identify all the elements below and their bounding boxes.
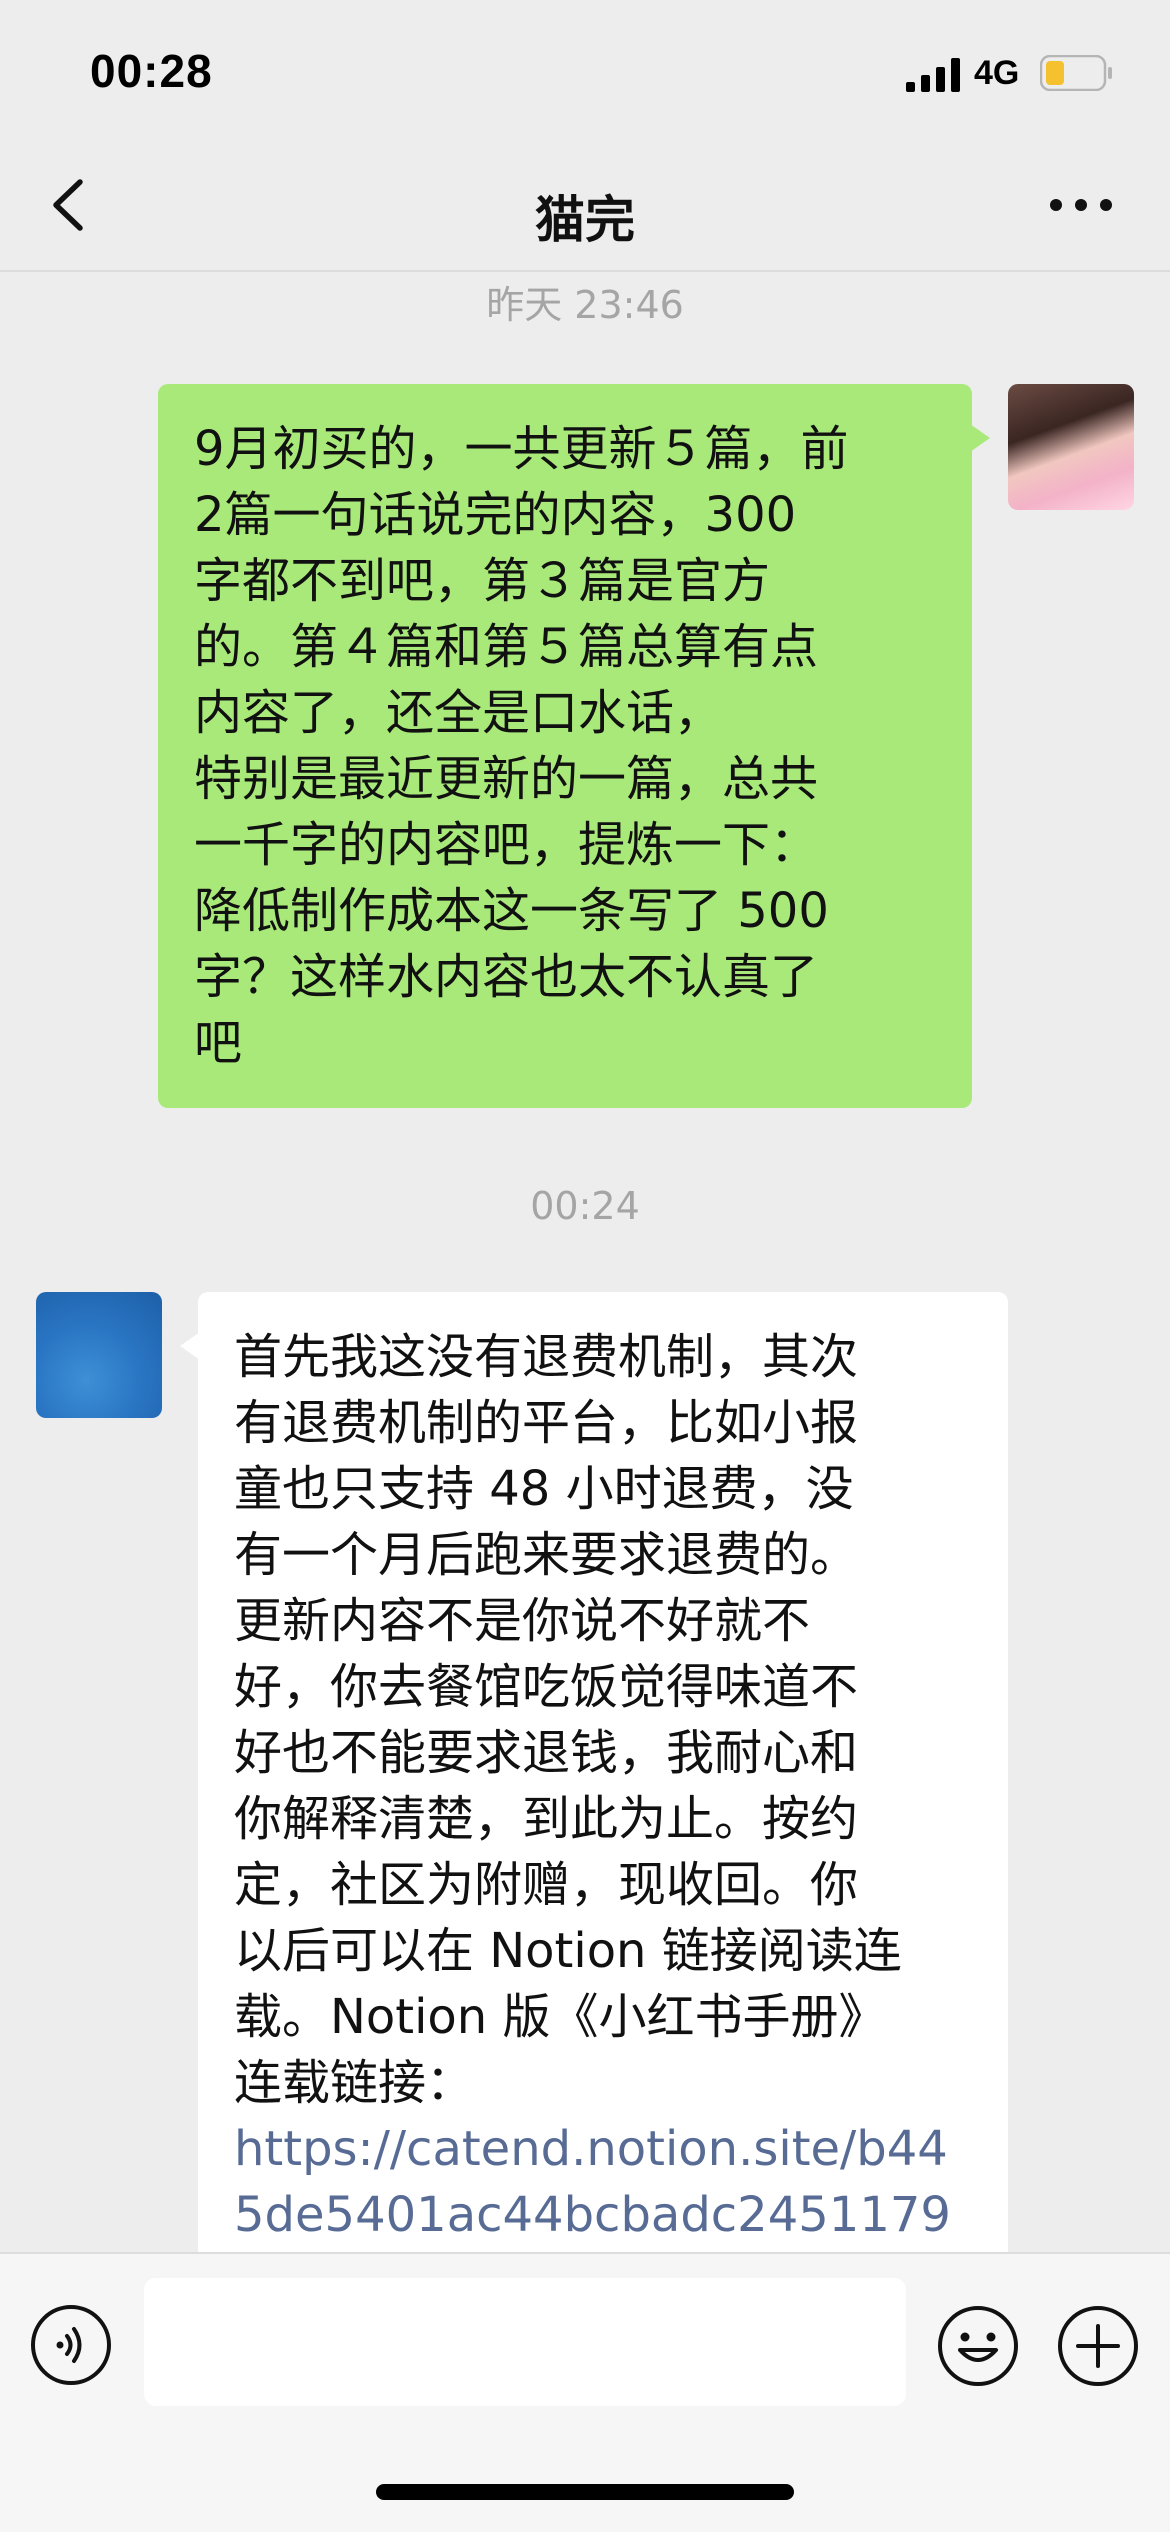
home-indicator[interactable] [376,2484,794,2500]
timestamp: 00:24 [530,1184,640,1228]
battery-icon [1040,55,1112,91]
status-bar: 00:28 4G [0,0,1170,140]
voice-icon[interactable] [30,2304,112,2386]
message-line: 2篇一句话说完的内容，300 [194,487,797,543]
message-line: 的。第４篇和第５篇总算有点 [194,619,819,675]
message-line: 一千字的内容吧，提炼一下： [194,817,819,873]
message-line: 好，你去餐馆吃饭觉得味道不 [234,1659,859,1715]
more-dots-icon[interactable] [1046,180,1116,230]
message-line: 9月初买的，一共更新５篇，前 [194,421,849,477]
message-line: 你解释清楚，到此为止。按约 [234,1791,859,1847]
message-line: 以后可以在 Notion 链接阅读连 [234,1923,902,1979]
message-line: 有一个月后跑来要求退费的。 [234,1527,859,1583]
emoji-icon[interactable] [936,2304,1020,2388]
message-line: 连载链接： [234,2055,475,2111]
message-line: 字都不到吧，第３篇是官方 [194,553,771,609]
contact-avatar[interactable] [36,1292,162,1418]
message-line: 有退费机制的平台，比如小报 [234,1395,859,1451]
sent-message-bubble[interactable]: 9月初买的，一共更新５篇，前 2篇一句话说完的内容，300 字都不到吧，第３篇是… [158,384,990,1108]
notion-link[interactable]: 5de5401ac44bcbadc2451179 [234,2182,972,2248]
message-line: 更新内容不是你说不好就不 [234,1593,811,1649]
signal-icon [906,58,960,92]
network-type: 4G [974,54,1020,92]
message-line: 内容了，还全是口水话， [194,685,723,741]
plus-icon[interactable] [1056,2304,1140,2388]
message-line: 吧 [194,1015,243,1071]
my-avatar[interactable] [1008,384,1134,510]
message-line: 特别是最近更新的一篇，总共 [194,751,819,807]
status-time: 00:28 [90,45,213,97]
message-line: 字？这样水内容也太不认真了 [194,949,819,1005]
message-line: 好也不能要求退钱，我耐心和 [234,1725,859,1781]
message-input[interactable] [144,2278,906,2406]
received-message-bubble[interactable]: 首先我这没有退费机制，其次 有退费机制的平台，比如小报 童也只支持 48 小时退… [180,1292,1008,2252]
message-line: 童也只支持 48 小时退费，没 [234,1461,854,1517]
nav-bar: 猫完 [0,140,1170,272]
message-line: 首先我这没有退费机制，其次 [234,1329,859,1385]
notion-link[interactable]: https://catend.notion.site/b44 [234,2116,972,2182]
message-line: 载。Notion 版《小红书手册》 [234,1989,887,2045]
message-line: 降低制作成本这一条写了 500 [194,883,829,939]
timestamp: 昨天 23:46 [486,283,684,327]
chat-title: 猫完 [535,191,635,249]
message-line: 定，社区为附赠，现收回。你 [234,1857,859,1913]
chat-area[interactable]: 昨天 23:46 9月初买的，一共更新５篇，前 2篇一句话说完的内容，300 字… [0,272,1170,2252]
